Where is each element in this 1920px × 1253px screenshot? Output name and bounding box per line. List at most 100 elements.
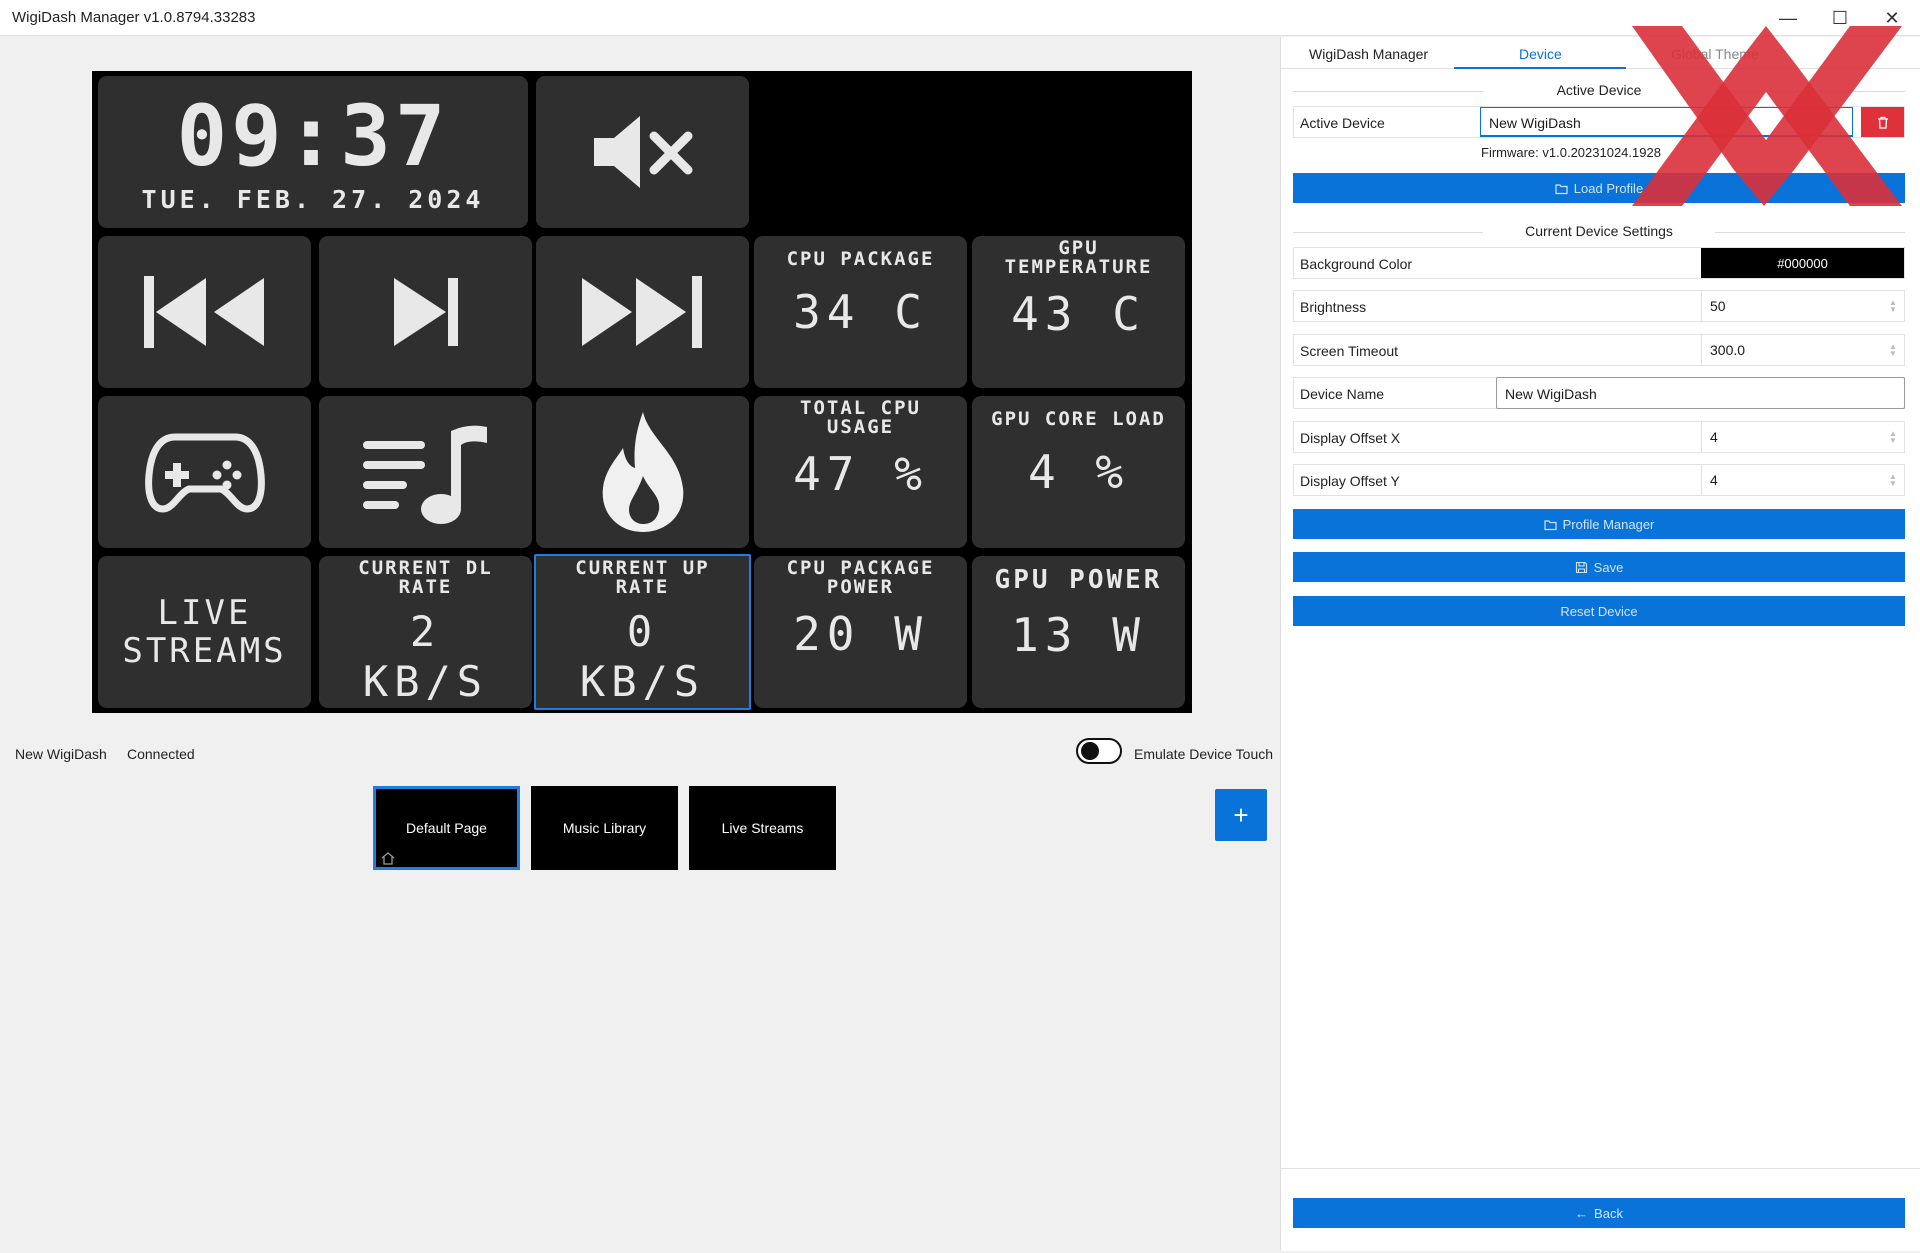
page-label: Music Library — [562, 820, 647, 836]
display-offset-y-spinner-icon[interactable]: ▲ ▼ — [1888, 473, 1898, 488]
playlist-button[interactable] — [319, 396, 532, 548]
background-color-value: #000000 — [1777, 255, 1828, 271]
brightness-spinner-icon[interactable]: ▲ ▼ — [1888, 299, 1898, 314]
device-name-input[interactable]: New WigiDash — [1496, 377, 1905, 409]
load-profile-button[interactable]: Load Profile — [1293, 173, 1905, 203]
cpu-package-power-widget[interactable]: CPU PACKAGE POWER 20 W — [754, 556, 967, 708]
current-dl-rate-value: 2 — [409, 607, 442, 656]
profile-manager-button[interactable]: Profile Manager — [1293, 509, 1905, 539]
active-device-label: Active Device — [1300, 115, 1385, 131]
page-label: Live Streams — [721, 820, 804, 836]
play-pause-icon — [393, 278, 458, 346]
mute-button[interactable] — [536, 76, 749, 228]
gamepad-icon — [144, 433, 265, 513]
gpu-core-load-widget[interactable]: GPU CORE LOAD 4 % — [972, 396, 1185, 548]
brightness-label: Brightness — [1300, 299, 1367, 315]
playlist-icon — [362, 425, 487, 524]
current-dl-rate-label-2: RATE — [398, 576, 453, 598]
background-color-picker[interactable]: #000000 — [1701, 248, 1904, 278]
display-offset-y-value: 4 — [1710, 472, 1718, 488]
emulate-touch-label: Emulate Device Touch — [1134, 746, 1274, 762]
total-cpu-usage-widget[interactable]: TOTAL CPU USAGE 47 % — [754, 396, 967, 548]
play-pause-button[interactable] — [319, 236, 532, 388]
delete-device-button[interactable] — [1861, 107, 1904, 137]
previous-track-button[interactable] — [98, 236, 311, 388]
active-device-row: Active Device New WigiDash — [1293, 106, 1905, 138]
background-color-row: Background Color #000000 — [1293, 247, 1905, 279]
tab-bar: WigiDash Manager Device Global Theme — [1281, 37, 1920, 69]
active-tab-indicator — [1454, 67, 1626, 69]
active-device-value: New WigiDash — [1489, 115, 1581, 131]
page-music-library[interactable]: Music Library — [531, 786, 678, 870]
current-device-settings-title: Current Device Settings — [1293, 223, 1905, 239]
gpu-temperature-widget[interactable]: GPU TEMPERATURE 43 C — [972, 236, 1185, 388]
display-offset-y-input[interactable]: 4 ▲ ▼ — [1701, 465, 1904, 495]
device-name-value: New WigiDash — [1505, 386, 1597, 402]
clock-time: 09:37 — [176, 86, 450, 185]
page-live-streams[interactable]: Live Streams — [689, 786, 836, 870]
gpu-core-load-value: 4 % — [1027, 445, 1130, 499]
back-button[interactable]: ← Back — [1293, 1198, 1905, 1228]
brightness-value: 50 — [1710, 298, 1726, 314]
live-streams-line-2: STREAMS — [122, 631, 287, 671]
live-streams-button[interactable]: LIVE STREAMS — [98, 556, 311, 708]
display-offset-x-row: Display Offset X 4 ▲ ▼ — [1293, 421, 1905, 453]
toggle-knob — [1081, 742, 1099, 760]
background-color-label: Background Color — [1300, 256, 1413, 272]
display-offset-x-spinner-icon[interactable]: ▲ ▼ — [1888, 430, 1898, 445]
screen-timeout-row: Screen Timeout 300.0 ▲ ▼ — [1293, 334, 1905, 366]
total-cpu-usage-label-2: USAGE — [826, 416, 895, 438]
tab-wigidash-manager[interactable]: WigiDash Manager — [1309, 46, 1428, 62]
settings-panel: WigiDash Manager Device Global Theme Act… — [1280, 37, 1920, 1251]
active-device-select[interactable]: New WigiDash — [1480, 107, 1853, 137]
screen-timeout-label: Screen Timeout — [1300, 343, 1399, 359]
tab-global-theme[interactable]: Global Theme — [1671, 46, 1759, 62]
cpu-package-power-value: 20 W — [793, 607, 928, 661]
gamepad-button[interactable] — [98, 396, 311, 548]
flame-button[interactable] — [536, 396, 749, 548]
save-icon — [1575, 561, 1587, 573]
screen-timeout-spinner-icon[interactable]: ▲ ▼ — [1888, 343, 1898, 358]
title-bar: WigiDash Manager v1.0.8794.33283 — ☐ ✕ — [0, 0, 1920, 36]
current-up-rate-label-2: RATE — [615, 576, 670, 598]
brightness-input[interactable]: 50 ▲ ▼ — [1701, 291, 1904, 321]
emulate-touch-toggle[interactable] — [1076, 738, 1122, 764]
device-preview[interactable]: 09:37 TUE. FEB. 27. 2024 CPU PACKAGE 34 … — [92, 71, 1192, 713]
maximize-button[interactable]: ☐ — [1814, 0, 1866, 36]
cpu-package-temp-widget[interactable]: CPU PACKAGE 34 C — [754, 236, 967, 388]
firmware-version: Firmware: v1.0.20231024.1928 — [1481, 145, 1661, 160]
panel-divider — [1281, 1168, 1920, 1169]
display-offset-y-label: Display Offset Y — [1300, 473, 1400, 489]
tab-device[interactable]: Device — [1519, 46, 1562, 62]
reset-device-label: Reset Device — [1560, 603, 1638, 619]
page-label: Default Page — [406, 820, 487, 836]
total-cpu-usage-value: 47 % — [793, 447, 928, 501]
screen-timeout-input[interactable]: 300.0 ▲ ▼ — [1701, 335, 1904, 365]
folder-icon — [1544, 519, 1557, 530]
add-page-button[interactable]: + — [1215, 789, 1267, 841]
minimize-button[interactable]: — — [1762, 0, 1814, 36]
clock-widget[interactable]: 09:37 TUE. FEB. 27. 2024 — [98, 76, 528, 228]
home-icon — [381, 852, 395, 865]
next-track-button[interactable] — [536, 236, 749, 388]
device-name-row: Device Name New WigiDash — [1293, 377, 1905, 409]
display-offset-x-label: Display Offset X — [1300, 430, 1401, 446]
back-label: Back — [1594, 1205, 1623, 1221]
current-up-rate-widget[interactable]: CURRENT UP RATE 0 KB/S — [534, 554, 751, 710]
brightness-row: Brightness 50 ▲ ▼ — [1293, 290, 1905, 322]
cpu-package-value: 34 C — [793, 285, 928, 339]
cpu-package-power-label-2: POWER — [826, 576, 895, 598]
display-offset-x-input[interactable]: 4 ▲ ▼ — [1701, 422, 1904, 452]
page-default[interactable]: Default Page — [373, 786, 520, 870]
folder-icon — [1555, 183, 1568, 194]
save-button[interactable]: Save — [1293, 552, 1905, 582]
device-name-label: Device Name — [1300, 386, 1385, 402]
current-dl-rate-unit: KB/S — [362, 657, 489, 706]
current-dl-rate-widget[interactable]: CURRENT DL RATE 2 KB/S — [319, 556, 532, 708]
display-offset-y-row: Display Offset Y 4 ▲ ▼ — [1293, 464, 1905, 496]
gpu-power-widget[interactable]: GPU POWER 13 W — [972, 556, 1185, 708]
screen-timeout-value: 300.0 — [1710, 342, 1746, 358]
cpu-package-label: CPU PACKAGE — [786, 248, 935, 270]
close-button[interactable]: ✕ — [1866, 0, 1918, 36]
reset-device-button[interactable]: Reset Device — [1293, 596, 1905, 626]
